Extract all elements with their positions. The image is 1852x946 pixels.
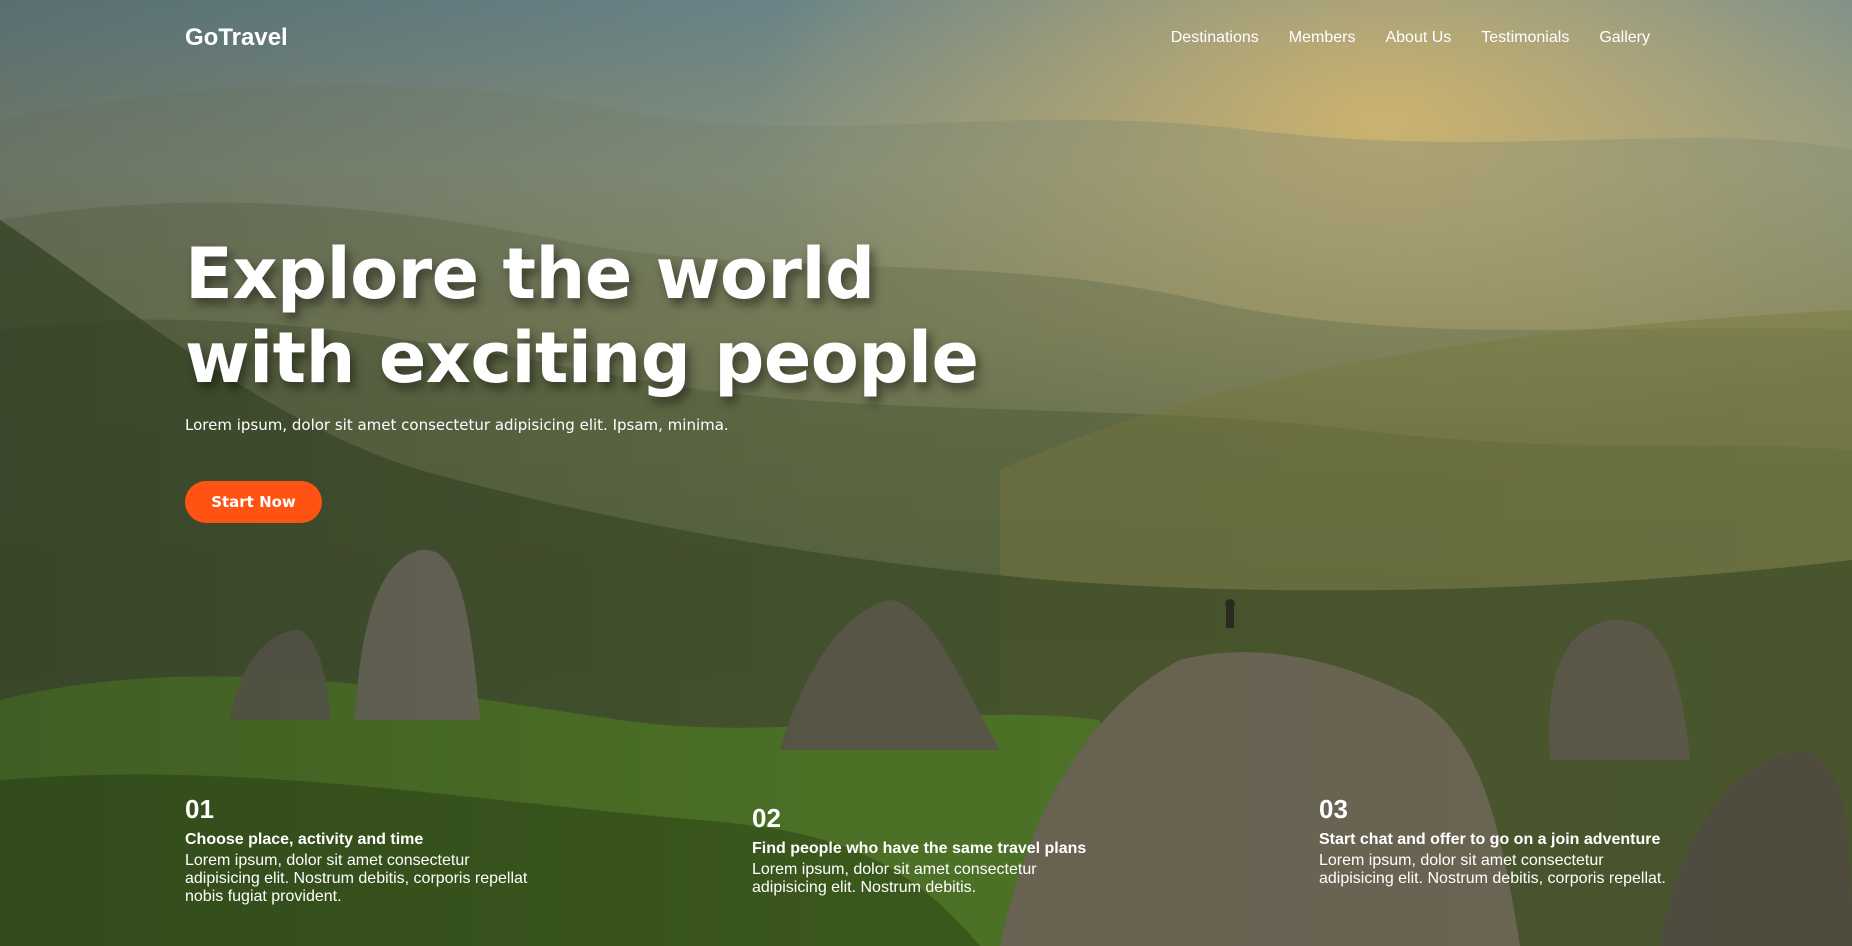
step-card: 02 Find people who have the same travel … bbox=[752, 803, 1132, 897]
brand-logo[interactable]: GoTravel bbox=[185, 24, 288, 52]
step-description: Lorem ipsum, dolor sit amet consectetur … bbox=[1319, 852, 1666, 887]
hero-headline-line1: Explore the world bbox=[185, 233, 875, 315]
nav-link-gallery[interactable]: Gallery bbox=[1599, 29, 1650, 47]
step-card: 01 Choose place, activity and time Lorem… bbox=[185, 794, 565, 906]
top-navigation: GoTravel Destinations Members About Us T… bbox=[185, 22, 1650, 54]
nav-link-members[interactable]: Members bbox=[1289, 29, 1356, 47]
nav-link-destinations[interactable]: Destinations bbox=[1171, 29, 1259, 47]
nav-link-testimonials[interactable]: Testimonials bbox=[1481, 29, 1569, 47]
step-number: 02 bbox=[752, 803, 781, 833]
step-title: Choose place, activity and time bbox=[185, 831, 424, 848]
step-number: 01 bbox=[185, 794, 214, 824]
hero-section: GoTravel Destinations Members About Us T… bbox=[0, 0, 1852, 946]
hero-headline: Explore the world with exciting people bbox=[185, 232, 979, 400]
step-description: Lorem ipsum, dolor sit amet consectetur … bbox=[752, 861, 1037, 896]
start-now-button[interactable]: Start Now bbox=[185, 481, 322, 523]
hero-headline-line2: with exciting people bbox=[185, 317, 979, 399]
step-number: 03 bbox=[1319, 794, 1348, 824]
nav-links: Destinations Members About Us Testimonia… bbox=[1171, 29, 1650, 47]
step-title: Find people who have the same travel pla… bbox=[752, 840, 1087, 857]
hero-subtitle: Lorem ipsum, dolor sit amet consectetur … bbox=[185, 416, 729, 434]
step-description: Lorem ipsum, dolor sit amet consectetur … bbox=[185, 852, 528, 905]
step-title: Start chat and offer to go on a join adv… bbox=[1319, 831, 1661, 848]
nav-link-about-us[interactable]: About Us bbox=[1385, 29, 1451, 47]
step-card: 03 Start chat and offer to go on a join … bbox=[1319, 794, 1709, 888]
